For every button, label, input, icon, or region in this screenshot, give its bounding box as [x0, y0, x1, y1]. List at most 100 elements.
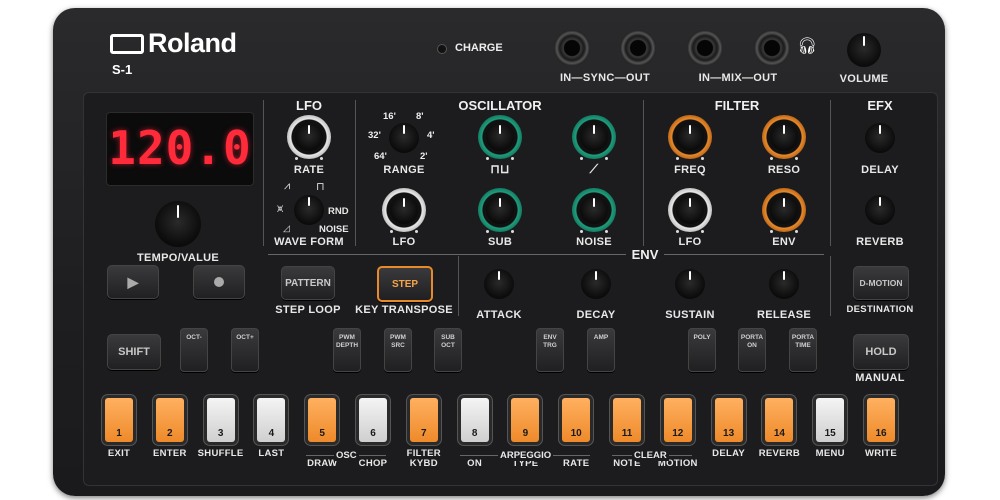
range-knob[interactable]	[389, 123, 419, 153]
sub-label: SUB	[487, 236, 513, 248]
divider	[830, 100, 831, 246]
step-pad-label: DRAW	[307, 458, 338, 469]
knob-marks	[674, 157, 706, 161]
sync-out-jack[interactable]	[620, 30, 656, 66]
play-button[interactable]: ▶	[107, 265, 159, 299]
porta-on-button[interactable]: PORTA ON	[738, 328, 766, 372]
filter-lfo-knob[interactable]	[676, 196, 704, 224]
amp-button[interactable]: AMP	[587, 328, 615, 372]
porta-time-button[interactable]: PORTA TIME	[789, 328, 817, 372]
step-pad-16[interactable]: 16	[867, 398, 895, 442]
reverb-label: REVERB	[856, 236, 904, 248]
step-pad-7[interactable]: 7	[409, 398, 438, 442]
d-motion-button[interactable]: D-MOTION	[853, 266, 909, 300]
release-knob[interactable]	[769, 269, 799, 299]
step-pad-label: MENU	[815, 448, 845, 459]
step-pad-15[interactable]: 15	[816, 398, 845, 442]
display-value: 120.0	[108, 121, 252, 175]
knob-marks	[484, 230, 516, 234]
step-pad-number: 5	[319, 428, 325, 439]
oscillator-section-title: OSCILLATOR	[458, 98, 542, 113]
step-pad-12[interactable]: 12	[663, 398, 692, 442]
oct-minus-button[interactable]: OCT-	[180, 328, 208, 372]
step-pad-number: 15	[824, 428, 836, 439]
sub-knob[interactable]	[486, 196, 514, 224]
knob-marks	[578, 157, 610, 161]
sync-in-jack[interactable]	[554, 30, 590, 66]
step-pad-4[interactable]: 4	[257, 398, 286, 442]
step-pad-label: SHUFFLE	[197, 448, 244, 459]
pattern-button[interactable]: PATTERN	[281, 266, 335, 300]
record-button[interactable]	[193, 265, 245, 299]
sub-oct-button[interactable]: SUB OCT	[434, 328, 462, 372]
knob-marks	[768, 157, 800, 161]
step-pad-5[interactable]: 5	[308, 398, 337, 442]
key-transpose-label: KEY TRANSPOSE	[355, 304, 453, 316]
step-pad-label: ENTER	[152, 448, 187, 459]
square-wave-icon: ⊓⊔	[490, 162, 510, 176]
hold-button[interactable]: HOLD	[853, 334, 909, 370]
tempo-label: TEMPO/VALUE	[137, 252, 219, 264]
square-level-knob[interactable]	[486, 123, 514, 151]
mix-out-jack[interactable]	[754, 30, 790, 66]
lfo-rate-knob[interactable]	[295, 123, 323, 151]
efx-section-title: EFX	[867, 98, 893, 113]
step-pad-label: ON	[467, 458, 483, 469]
volume-label: VOLUME	[839, 73, 889, 85]
decay-knob[interactable]	[581, 269, 611, 299]
step-pad-number: 2	[167, 428, 173, 439]
sustain-label: SUSTAIN	[665, 309, 715, 321]
knob-marks	[388, 230, 420, 234]
pwm-src-button[interactable]: PWM SRC	[384, 328, 412, 372]
step-pad-9[interactable]: 9	[511, 398, 540, 442]
osc-lfo-knob[interactable]	[390, 196, 418, 224]
shift-button[interactable]: SHIFT	[107, 334, 161, 370]
tempo-value-knob[interactable]	[155, 201, 201, 247]
step-pad-label: LAST	[258, 448, 285, 459]
step-pad-3[interactable]: 3	[206, 398, 235, 442]
step-pad-11[interactable]: 11	[613, 398, 641, 442]
step-pad-label: DELAY	[712, 448, 746, 459]
step-pad-1[interactable]: 1	[105, 398, 133, 442]
knob-marks	[293, 157, 325, 161]
step-pad-number: 6	[370, 428, 376, 439]
manual-label: MANUAL	[855, 372, 905, 384]
range-mark-8: 8'	[416, 111, 424, 122]
saw-wave-icon: ⟋	[589, 162, 599, 176]
range-mark-32: 32'	[368, 130, 381, 141]
noise-knob[interactable]	[580, 196, 608, 224]
sync-label: IN—SYNC—OUT	[559, 72, 651, 84]
step-pad-10[interactable]: 10	[562, 398, 591, 442]
env-trg-button[interactable]: ENV TRG	[536, 328, 564, 372]
ramp-wave-icon: ◿	[283, 223, 290, 233]
step-pad-2[interactable]: 2	[155, 398, 184, 442]
roland-emblem-icon	[110, 34, 144, 54]
step-pad-13[interactable]: 13	[714, 398, 743, 442]
delay-knob[interactable]	[865, 123, 895, 153]
led-display: 120.0	[106, 112, 254, 186]
volume-knob[interactable]	[847, 33, 881, 67]
pwm-depth-button[interactable]: PWM DEPTH	[333, 328, 361, 372]
step-pad-8[interactable]: 8	[460, 398, 489, 442]
poly-button[interactable]: POLY	[688, 328, 716, 372]
freq-knob[interactable]	[676, 123, 704, 151]
wave-form-label: WAVE FORM	[274, 236, 344, 248]
arpeggio-group-label: ARPEGGIO	[498, 450, 554, 461]
sustain-knob[interactable]	[675, 269, 705, 299]
mix-in-jack[interactable]	[687, 30, 723, 66]
step-pad-number: 3	[217, 428, 224, 439]
noise-label: NOISE	[576, 236, 612, 248]
reso-knob[interactable]	[770, 123, 798, 151]
wave-noise-label: NOISE	[319, 224, 349, 235]
zigzag-wave-icon: ⩙	[277, 203, 284, 215]
step-button[interactable]: STEP	[377, 266, 433, 302]
saw-level-knob[interactable]	[580, 123, 608, 151]
step-pad-label: REVERB	[758, 448, 801, 459]
step-pad-14[interactable]: 14	[765, 398, 794, 442]
wave-form-knob[interactable]	[294, 195, 324, 225]
reverb-knob[interactable]	[865, 195, 895, 225]
step-pad-6[interactable]: 6	[359, 398, 387, 442]
attack-knob[interactable]	[484, 269, 514, 299]
oct-plus-button[interactable]: OCT+	[231, 328, 259, 372]
filter-env-knob[interactable]	[770, 196, 798, 224]
